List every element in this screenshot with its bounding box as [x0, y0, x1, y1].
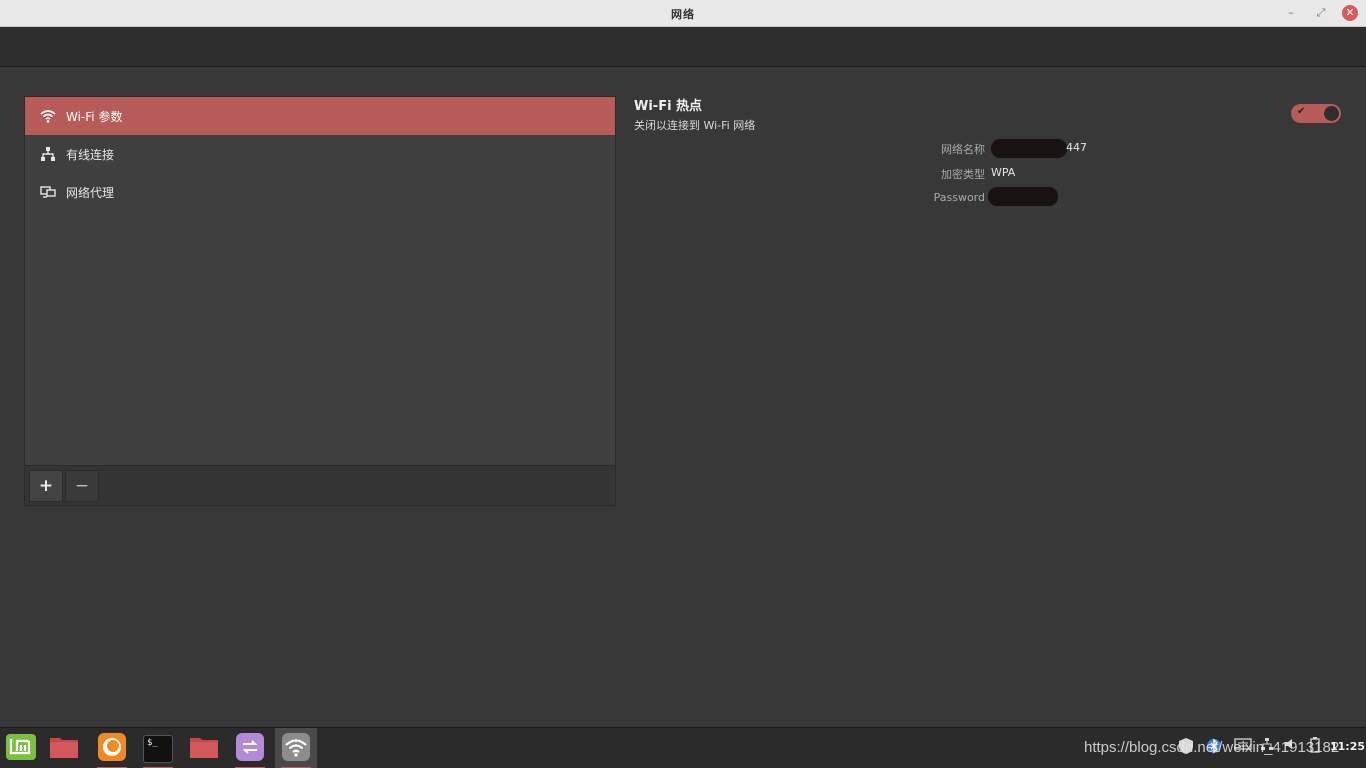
security-type-label: 加密类型 [941, 168, 985, 181]
redacted-network-name [991, 139, 1067, 158]
transfer-app-icon [235, 732, 265, 766]
files-icon [189, 735, 219, 763]
panel-toolbar: + − [25, 465, 615, 505]
sidebar-item-proxy[interactable]: 网络代理 [25, 173, 615, 211]
watermark-url: https://blog.csdn.net/weixin_41913182 [1084, 739, 1340, 756]
password-label: Password [933, 191, 985, 204]
check-icon: ✔ [1297, 106, 1306, 117]
network-name-label: 网络名称 [941, 143, 985, 156]
remove-connection-button[interactable]: − [65, 470, 99, 502]
security-type-value: WPA [991, 166, 1016, 179]
maximize-button[interactable]: ⤢ [1313, 5, 1329, 21]
taskbar-folder[interactable] [43, 728, 85, 768]
connection-list-panel: Wi-Fi 参数 有线连接 网络代理 + − [24, 96, 616, 506]
close-button[interactable]: ✕ [1342, 5, 1358, 21]
taskbar-files[interactable] [183, 728, 225, 768]
clock[interactable]: 11:25 [1330, 740, 1365, 753]
hotspot-subtitle: 关闭以连接到 Wi-Fi 网络 [634, 119, 756, 132]
wifi-icon [39, 107, 57, 125]
toggle-knob [1324, 106, 1339, 121]
firefox-icon [97, 732, 127, 766]
wired-network-icon [39, 145, 57, 163]
sidebar-item-label: Wi-Fi 参数 [66, 109, 123, 124]
sidebar-item-wired[interactable]: 有线连接 [25, 135, 615, 173]
header-bar [0, 27, 1366, 67]
hotspot-title: Wi-Fi 热点 [634, 99, 703, 114]
network-name-value: 447 [1066, 141, 1087, 154]
proxy-icon [39, 183, 57, 201]
hotspot-toggle[interactable]: ✔ [1291, 104, 1341, 123]
folder-icon [49, 735, 79, 763]
taskbar-transfer-app[interactable] [229, 728, 271, 768]
mint-menu-button[interactable] [0, 728, 42, 768]
sidebar-item-label: 有线连接 [66, 147, 115, 162]
taskbar-terminal[interactable]: $_ [137, 728, 179, 768]
redacted-password [988, 187, 1058, 206]
minimize-button[interactable]: – [1283, 5, 1299, 21]
taskbar-network-settings[interactable] [275, 728, 317, 768]
window-title: 网络 [671, 8, 695, 21]
window-titlebar: 网络 – ⤢ ✕ [0, 0, 1366, 27]
terminal-icon: $_ [143, 734, 173, 763]
sidebar-item-wifi[interactable]: Wi-Fi 参数 [25, 97, 615, 135]
taskbar-firefox[interactable] [91, 728, 133, 768]
mint-menu-icon [5, 733, 37, 765]
network-settings-icon [281, 732, 311, 766]
add-connection-button[interactable]: + [29, 470, 63, 502]
sidebar-item-label: 网络代理 [66, 185, 115, 200]
